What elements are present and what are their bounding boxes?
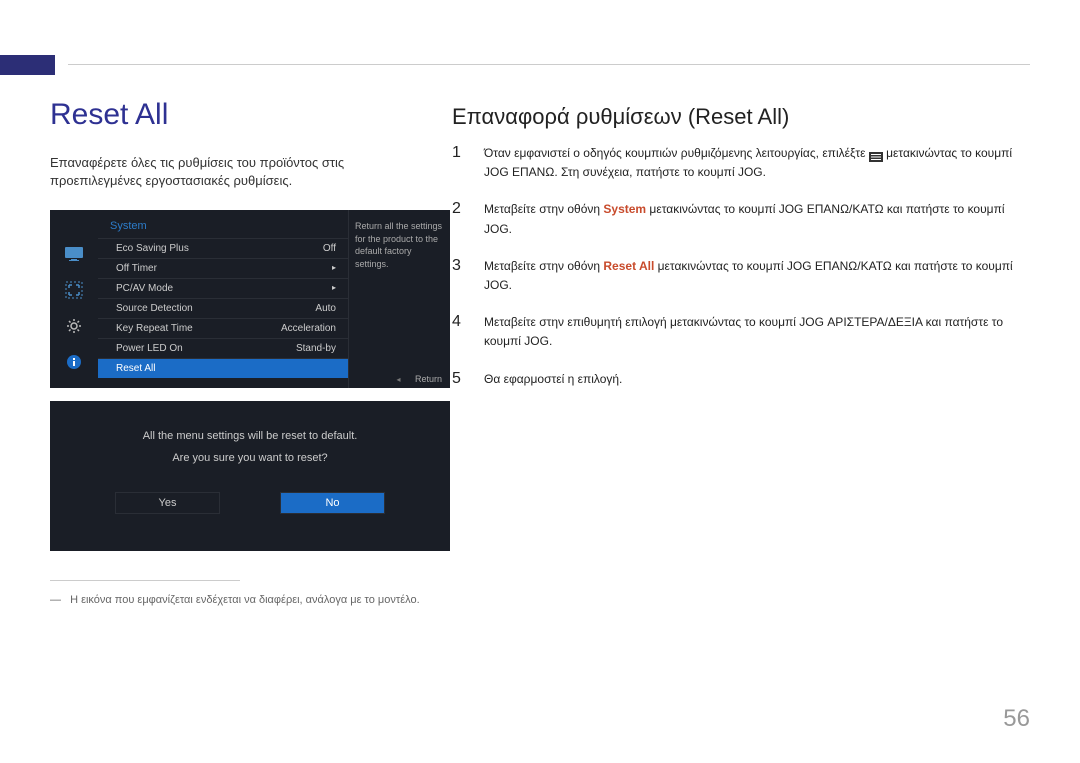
- intro-text: Επαναφέρετε όλες τις ρυθμίσεις του προϊό…: [50, 154, 420, 190]
- dash-icon: ―: [50, 594, 61, 606]
- osd-item-label: Off Timer: [116, 263, 157, 274]
- highlight-system: System: [603, 202, 646, 216]
- step-number: 5: [452, 370, 466, 389]
- osd-section-header: System: [98, 216, 348, 238]
- step-number: 4: [452, 313, 466, 351]
- step-text: Μεταβείτε στην οθόνη Reset All μετακινών…: [484, 257, 1022, 295]
- osd-item-reset-all[interactable]: Reset All: [98, 358, 348, 378]
- osd-item-value: Acceleration: [281, 323, 336, 334]
- step-4: 4 Μεταβείτε στην επιθυμητή επιλογή μετακ…: [452, 313, 1022, 351]
- osd-item-value: ▸: [332, 283, 336, 294]
- confirm-message-2: Are you sure you want to reset?: [172, 452, 327, 464]
- osd-item-label: PC/AV Mode: [116, 283, 173, 294]
- osd-item-label: Power LED On: [116, 343, 183, 354]
- step-text: Μεταβείτε στην οθόνη System μετακινώντας…: [484, 200, 1022, 238]
- step-number: 3: [452, 257, 466, 295]
- confirm-message-1: All the menu settings will be reset to d…: [143, 430, 358, 442]
- header-accent-bar: [0, 55, 55, 75]
- step-5: 5 Θα εφαρμοστεί η επιλογή.: [452, 370, 1022, 389]
- step-number: 2: [452, 200, 466, 238]
- footnote: ― Η εικόνα που εμφανίζεται ενδέχεται να …: [50, 594, 420, 606]
- menu-icon: [869, 149, 883, 159]
- header-rule: [68, 64, 1030, 65]
- resize-icon: [50, 272, 98, 308]
- page-number: 56: [1003, 705, 1030, 733]
- osd-item[interactable]: Source Detection Auto: [98, 298, 348, 318]
- no-button[interactable]: No: [280, 492, 385, 514]
- osd-item-label: Eco Saving Plus: [116, 243, 189, 254]
- step-1: 1 Όταν εμφανιστεί ο οδηγός κουμπιών ρυθμ…: [452, 144, 1022, 182]
- confirm-buttons: Yes No: [115, 492, 385, 514]
- osd-item[interactable]: Power LED On Stand-by: [98, 338, 348, 358]
- osd-item[interactable]: PC/AV Mode ▸: [98, 278, 348, 298]
- highlight-reset-all: Reset All: [603, 259, 654, 273]
- osd-main: System Eco Saving Plus Off Off Timer ▸ P…: [98, 210, 450, 388]
- osd-item[interactable]: Key Repeat Time Acceleration: [98, 318, 348, 338]
- gear-icon: [50, 308, 98, 344]
- osd-item[interactable]: Off Timer ▸: [98, 258, 348, 278]
- osd-help-text: Return all the settings for the product …: [348, 210, 450, 388]
- yes-button[interactable]: Yes: [115, 492, 220, 514]
- osd-item-label: Source Detection: [116, 303, 193, 314]
- footnote-rule: [50, 580, 240, 581]
- osd-return[interactable]: ◂ Return: [396, 374, 442, 384]
- info-icon: [50, 344, 98, 380]
- footnote-text: Η εικόνα που εμφανίζεται ενδέχεται να δι…: [70, 594, 420, 606]
- osd-item-value: Off: [323, 243, 336, 254]
- steps-list: 1 Όταν εμφανιστεί ο οδηγός κουμπιών ρυθμ…: [452, 144, 1022, 407]
- osd-menu-list: System Eco Saving Plus Off Off Timer ▸ P…: [98, 210, 348, 388]
- page-title: Reset All: [50, 98, 168, 132]
- step-text: Όταν εμφανιστεί ο οδηγός κουμπιών ρυθμιζ…: [484, 144, 1022, 182]
- confirm-dialog-screenshot: All the menu settings will be reset to d…: [50, 401, 450, 551]
- right-section-title: Επαναφορά ρυθμίσεων (Reset All): [452, 104, 789, 130]
- osd-item-value: Auto: [315, 303, 336, 314]
- osd-item-label: Key Repeat Time: [116, 323, 193, 334]
- step-text: Μεταβείτε στην επιθυμητή επιλογή μετακιν…: [484, 313, 1022, 351]
- osd-sidebar: [50, 210, 98, 388]
- step-number: 1: [452, 144, 466, 182]
- osd-return-label: Return: [415, 374, 442, 384]
- step-3: 3 Μεταβείτε στην οθόνη Reset All μετακιν…: [452, 257, 1022, 295]
- osd-menu-screenshot: System Eco Saving Plus Off Off Timer ▸ P…: [50, 210, 450, 388]
- osd-item-value: Stand-by: [296, 343, 336, 354]
- step-2: 2 Μεταβείτε στην οθόνη System μετακινώντ…: [452, 200, 1022, 238]
- step-text: Θα εφαρμοστεί η επιλογή.: [484, 370, 622, 389]
- osd-item[interactable]: Eco Saving Plus Off: [98, 238, 348, 258]
- triangle-left-icon: ◂: [396, 375, 400, 384]
- osd-item-value: ▸: [332, 263, 336, 274]
- monitor-icon: [50, 236, 98, 272]
- osd-item-label: Reset All: [116, 363, 155, 374]
